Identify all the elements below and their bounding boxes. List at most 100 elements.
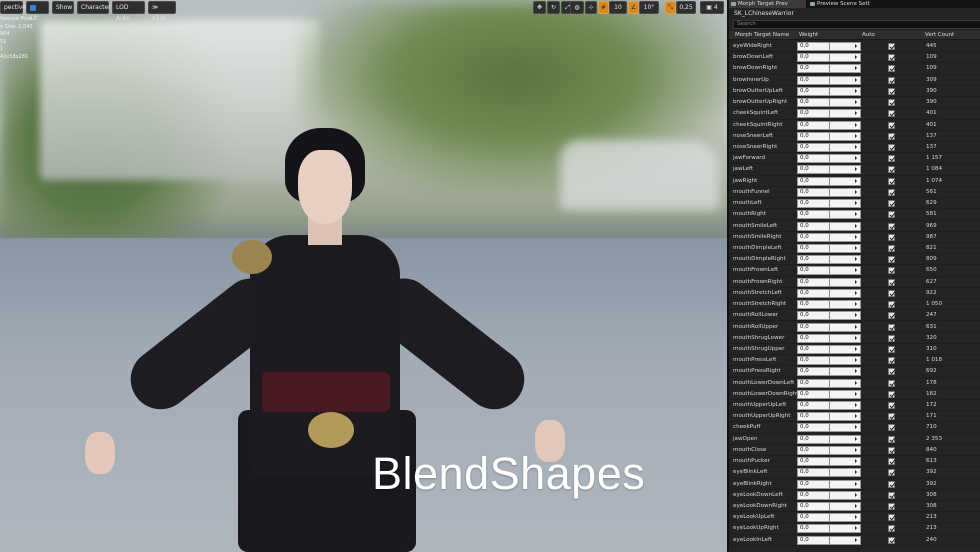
weight-spin-icon[interactable] — [855, 245, 858, 250]
weight-spin-icon[interactable] — [855, 77, 858, 82]
morph-target-row[interactable]: jawLeft 0,0 1 084 — [729, 164, 980, 176]
grid-snap-icon[interactable]: # — [598, 1, 609, 14]
morph-target-row[interactable]: mouthLeft 0,0 629 — [729, 198, 980, 210]
morph-target-row[interactable]: jawOpen 0,0 2 353 — [729, 434, 980, 445]
playback-speed-button[interactable]: ≫ x1,0 — [148, 1, 176, 22]
weight-field[interactable]: 0,0 — [797, 412, 861, 422]
column-header-auto[interactable]: Auto — [862, 31, 875, 40]
weight-spin-icon[interactable] — [855, 369, 858, 374]
auto-checkbox[interactable] — [888, 233, 895, 241]
weight-field[interactable]: 0,0 — [797, 221, 861, 231]
weight-spin-icon[interactable] — [855, 55, 858, 60]
weight-spin-icon[interactable] — [855, 133, 858, 138]
morph-target-row[interactable]: mouthUpperUpRight 0,0 171 — [729, 411, 980, 423]
weight-spin-icon[interactable] — [855, 492, 858, 497]
weight-field[interactable]: 0,0 — [797, 53, 861, 63]
weight-spin-icon[interactable] — [855, 234, 858, 239]
weight-spin-icon[interactable] — [855, 403, 858, 408]
weight-spin-icon[interactable] — [855, 268, 858, 273]
morph-target-row[interactable]: mouthDimpleRight 0,0 809 — [729, 254, 980, 266]
morph-target-row[interactable]: eyeLookInLeft 0,0 240 — [729, 535, 980, 546]
column-header-weight[interactable]: Weight — [799, 31, 818, 40]
morph-target-row[interactable]: mouthClose 0,0 840 — [729, 445, 980, 457]
morph-target-row[interactable]: mouthRollLower 0,0 247 — [729, 310, 980, 322]
rotation-snap-icon[interactable]: ∠ — [628, 1, 639, 14]
morph-target-row[interactable]: mouthPressLeft 0,0 1 018 — [729, 355, 980, 367]
auto-checkbox[interactable] — [888, 289, 895, 297]
auto-checkbox[interactable] — [888, 155, 895, 163]
weight-field[interactable]: 0,0 — [797, 300, 861, 310]
auto-checkbox[interactable] — [888, 345, 895, 353]
weight-spin-icon[interactable] — [855, 302, 858, 307]
morph-target-row[interactable]: mouthFunnel 0,0 561 — [729, 187, 980, 199]
morph-target-row[interactable]: eyeLookDownRight 0,0 308 — [729, 501, 980, 513]
weight-field[interactable]: 0,0 — [797, 490, 861, 500]
weight-field[interactable]: 0,0 — [797, 86, 861, 96]
auto-checkbox[interactable] — [888, 256, 895, 264]
morph-target-row[interactable]: mouthSmileRight 0,0 987 — [729, 232, 980, 243]
weight-spin-icon[interactable] — [855, 380, 858, 385]
auto-checkbox[interactable] — [888, 525, 895, 533]
weight-spin-icon[interactable] — [855, 459, 858, 464]
weight-spin-icon[interactable] — [855, 324, 858, 329]
weight-field[interactable]: 0,0 — [797, 75, 861, 85]
column-header-vert-count[interactable]: Vert Count — [925, 31, 954, 40]
weight-spin-icon[interactable] — [855, 391, 858, 396]
morph-target-row[interactable]: eyeLookDownLeft 0,0 308 — [729, 490, 980, 502]
auto-checkbox[interactable] — [888, 177, 895, 185]
morph-target-row[interactable]: mouthShrugUpper 0,0 310 — [729, 344, 980, 356]
auto-checkbox[interactable] — [888, 390, 895, 398]
weight-spin-icon[interactable] — [855, 144, 858, 149]
tab-morph-target-preview[interactable]: Morph Target Prev — [729, 0, 806, 8]
auto-checkbox[interactable] — [888, 334, 895, 342]
morph-target-row[interactable]: mouthLowerDownRight 0,0 182 — [729, 389, 980, 401]
morph-target-row[interactable]: eyeBlinkRight 0,0 392 — [729, 479, 980, 490]
auto-checkbox[interactable] — [888, 323, 895, 331]
weight-field[interactable]: 0,0 — [797, 199, 861, 209]
lit-button[interactable]: Lit — [26, 1, 49, 22]
morph-target-row[interactable]: browOutterUpRight 0,0 390 — [729, 97, 980, 109]
weight-spin-icon[interactable] — [855, 537, 858, 542]
weight-field[interactable]: 0,0 — [797, 322, 861, 332]
morph-target-row[interactable]: eyeBlinkLeft 0,0 392 — [729, 467, 980, 479]
morph-target-row[interactable]: mouthPressRight 0,0 692 — [729, 366, 980, 378]
weight-field[interactable]: 0,0 — [797, 367, 861, 377]
auto-checkbox[interactable] — [888, 99, 895, 107]
weight-spin-icon[interactable] — [855, 111, 858, 116]
weight-field[interactable]: 0,0 — [797, 457, 861, 467]
weight-spin-icon[interactable] — [855, 223, 858, 228]
weight-spin-icon[interactable] — [855, 290, 858, 295]
scale-snap-icon[interactable]: ⤡ — [665, 1, 676, 14]
weight-field[interactable]: 0,0 — [797, 165, 861, 175]
camera-speed-button[interactable]: ▣ 4 — [700, 1, 724, 14]
column-header-name[interactable]: Morph Target Name — [735, 31, 789, 40]
weight-field[interactable]: 0,0 — [797, 142, 861, 152]
weight-spin-icon[interactable] — [855, 156, 858, 161]
weight-field[interactable]: 0,0 — [797, 401, 861, 411]
weight-spin-icon[interactable] — [855, 414, 858, 419]
morph-target-row[interactable]: mouthUpperUpLeft 0,0 172 — [729, 400, 980, 412]
morph-target-row[interactable]: mouthRight 0,0 581 — [729, 209, 980, 221]
rotate-tool-icon[interactable]: ↻ — [547, 1, 560, 14]
weight-field[interactable]: 0,0 — [797, 187, 861, 197]
auto-checkbox[interactable] — [888, 143, 895, 151]
weight-spin-icon[interactable] — [855, 100, 858, 105]
auto-checkbox[interactable] — [888, 65, 895, 73]
auto-checkbox[interactable] — [888, 278, 895, 286]
morph-target-row[interactable]: eyeLookUpRight 0,0 213 — [729, 523, 980, 535]
weight-spin-icon[interactable] — [855, 178, 858, 183]
auto-checkbox[interactable] — [888, 312, 895, 320]
auto-checkbox[interactable] — [888, 536, 895, 544]
auto-checkbox[interactable] — [888, 166, 895, 174]
weight-field[interactable]: 0,0 — [797, 232, 861, 242]
weight-field[interactable]: 0,0 — [797, 535, 861, 545]
morph-target-row[interactable]: noseSneerRight 0,0 137 — [729, 142, 980, 154]
search-input[interactable]: Search — [733, 20, 980, 29]
auto-checkbox[interactable] — [888, 503, 895, 511]
weight-spin-icon[interactable] — [855, 88, 858, 93]
weight-field[interactable]: 0,0 — [797, 154, 861, 164]
auto-checkbox[interactable] — [888, 357, 895, 365]
weight-field[interactable]: 0,0 — [797, 423, 861, 433]
weight-field[interactable]: 0,0 — [797, 356, 861, 366]
weight-field[interactable]: 0,0 — [797, 434, 861, 444]
